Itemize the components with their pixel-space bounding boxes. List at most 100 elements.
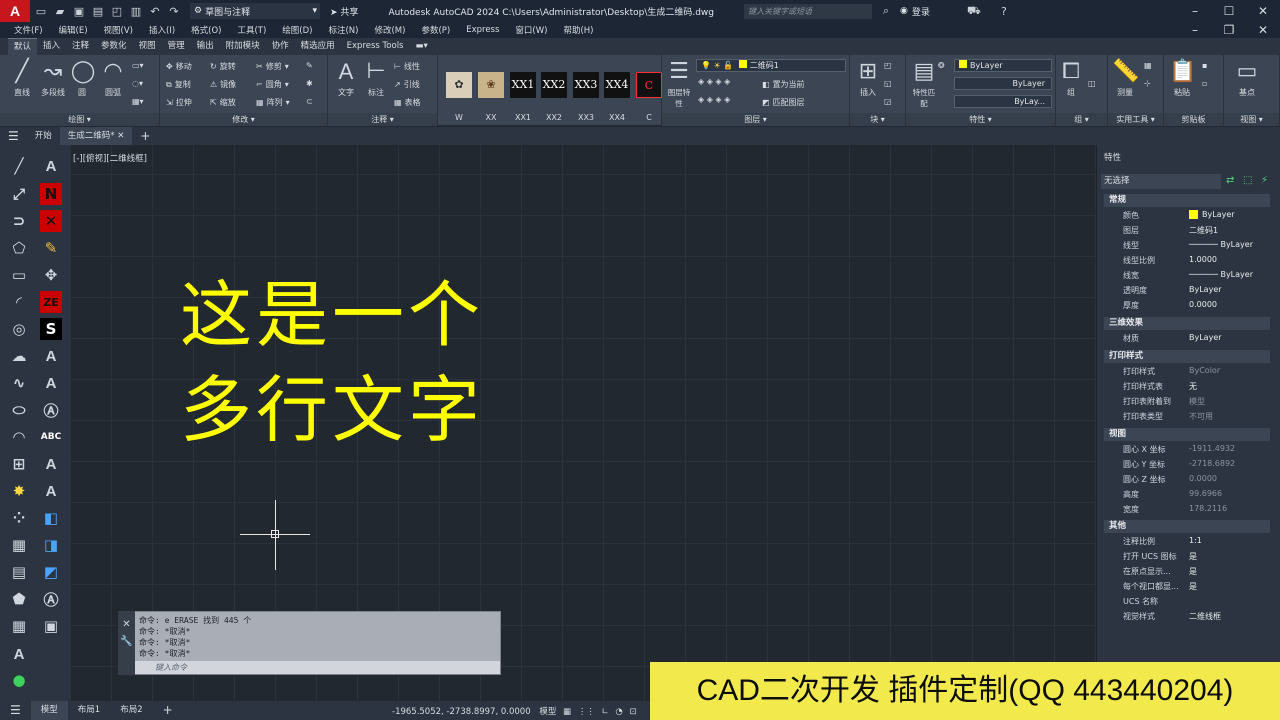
tab-view[interactable]: 视图 <box>133 38 162 55</box>
prop-value-linetype[interactable]: ────── ByLayer <box>1189 240 1253 249</box>
grid-icon[interactable]: ▦ <box>563 707 571 717</box>
stretch-button[interactable]: ⇲ 拉伸 <box>166 97 192 108</box>
properties-panel-label[interactable]: 特性 ▾ <box>906 113 1055 126</box>
menu-format[interactable]: 格式(O) <box>191 24 221 36</box>
close-button[interactable]: ✕ <box>1246 4 1280 18</box>
erase-icon[interactable]: ✎ <box>306 61 313 70</box>
block-thumb-xx1[interactable]: XX1 <box>510 72 536 98</box>
tab-output[interactable]: 输出 <box>191 38 220 55</box>
tab-addins[interactable]: 附加模块 <box>220 38 266 55</box>
prop-value-ltscale[interactable]: 1.0000 <box>1189 255 1217 264</box>
cut-icon[interactable]: ▪ <box>1202 61 1207 70</box>
help-icon[interactable]: ? <box>996 3 1012 19</box>
ray-tool-icon[interactable]: ⤢ <box>8 183 30 205</box>
cloud-tool-icon[interactable]: ☁ <box>8 345 30 367</box>
rectangle-icon[interactable]: ▭▾ <box>132 61 144 70</box>
layer-properties-button[interactable]: ☰ 图层特性 <box>666 59 692 109</box>
make-block-icon[interactable]: ✸ <box>8 480 30 502</box>
groups-panel-label[interactable]: 组 ▾ <box>1056 113 1107 126</box>
ortho-icon[interactable]: ∟ <box>601 707 608 717</box>
doc-restore-button[interactable]: ❐ <box>1212 23 1246 37</box>
add-selected-icon[interactable]: ● <box>8 669 30 691</box>
insert-block-tool-icon[interactable]: ⊞ <box>8 453 30 475</box>
redo-icon[interactable]: ↷ <box>166 3 182 19</box>
tab-model[interactable]: 模型 <box>30 701 68 720</box>
menu-view[interactable]: 视图(V) <box>104 24 133 36</box>
menu-file[interactable]: 文件(F) <box>14 24 43 36</box>
region-tool-icon[interactable]: ⬟ <box>8 588 30 610</box>
match-layer-button[interactable]: ◩ 匹配图层 <box>762 97 805 108</box>
table-tool-icon[interactable]: ▦ <box>8 615 30 637</box>
layout-menu-icon[interactable]: ☰ <box>0 701 31 720</box>
tab-drawing[interactable]: 生成二维码* ✕ <box>59 127 133 145</box>
arc-button[interactable]: ◠ 圆弧 <box>100 59 126 98</box>
cursor-coordinates[interactable]: -1965.5052, -2738.8997, 0.0000 模型 ▦ ⋮⋮ ∟… <box>392 705 637 717</box>
linear-button[interactable]: ⊢ 线性 <box>394 61 420 72</box>
text-tool-icon[interactable]: A <box>40 155 62 177</box>
color-dropdown[interactable]: ByLayer <box>954 59 1052 72</box>
linetype-dropdown[interactable]: ByLayer <box>954 77 1052 90</box>
tab-annotate[interactable]: 注释 <box>66 38 95 55</box>
tab-parametric[interactable]: 参数化 <box>95 38 133 55</box>
hatch-icon[interactable]: ◌▾ <box>132 79 143 88</box>
polyline-button[interactable]: ↝ 多段线 <box>38 59 68 98</box>
copy-clip-icon[interactable]: ▫ <box>1202 79 1207 88</box>
prop-value-annoscale[interactable]: 1:1 <box>1189 536 1202 545</box>
mtext-tool-icon[interactable]: A <box>40 345 62 367</box>
tab-default[interactable]: 默认 <box>8 38 38 55</box>
search-icon[interactable]: ⌕ <box>878 3 894 19</box>
wrench-icon[interactable]: 🔧 <box>118 636 135 647</box>
3d-cube-icon[interactable]: ◨ <box>40 534 62 556</box>
rectangle-tool-icon[interactable]: ▭ <box>8 264 30 286</box>
block-panel-label[interactable]: 块 ▾ <box>850 113 905 126</box>
layer-dropdown[interactable]: 💡 ☀ 🔓 二维码1 <box>696 59 846 72</box>
text-button[interactable]: A 文字 <box>332 59 360 98</box>
prop-value-plottable[interactable]: 无 <box>1189 381 1197 392</box>
minimize-button[interactable]: – <box>1178 4 1212 18</box>
dimension-button[interactable]: ⊢ 标注 <box>362 59 390 98</box>
cart-icon[interactable]: ⛟ <box>966 3 982 19</box>
polygon-tool-icon[interactable]: ⬠ <box>8 237 30 259</box>
layer-tool-icons-row2[interactable]: ◈ ◈ ◈ ◈ <box>698 95 730 104</box>
workspace-select[interactable]: ⚙ 草图与注释 ▾ <box>190 3 320 19</box>
file-menu-icon[interactable]: ☰ <box>0 127 27 145</box>
menu-draw[interactable]: 绘图(D) <box>282 24 312 36</box>
spell-check-icon[interactable]: ABC <box>40 426 62 448</box>
menu-parametric[interactable]: 参数(P) <box>421 24 450 36</box>
boxed-text-icon[interactable]: Ⓐ <box>40 588 62 610</box>
ribbon-toggle-icon[interactable]: ▬▾ <box>410 38 434 55</box>
tab-layout1[interactable]: 布局1 <box>68 701 110 720</box>
command-window-handle[interactable]: ✕ 🔧 <box>118 611 135 675</box>
rotate-button[interactable]: ↻ 旋转 <box>210 61 236 72</box>
section-misc[interactable]: 其他 <box>1104 520 1270 533</box>
match-properties-button[interactable]: ▤ 特性匹配 <box>910 59 938 109</box>
layers-panel-label[interactable]: 图层 ▾ <box>662 113 849 126</box>
circle-button[interactable]: ◯ 圆 <box>70 59 96 98</box>
quick-calc-icon[interactable]: ▦ <box>1144 61 1152 70</box>
mirror-button[interactable]: ⚠ 镜像 <box>210 79 236 90</box>
group-button[interactable]: ⧠ 组 <box>1058 59 1084 98</box>
selection-dropdown[interactable]: 无选择 <box>1101 174 1221 189</box>
block-thumb-c[interactable]: C <box>636 72 662 98</box>
tab-express-tools[interactable]: Express Tools <box>341 38 410 55</box>
tab-start[interactable]: 开始 <box>27 127 60 145</box>
tab-layout2[interactable]: 布局2 <box>110 701 152 720</box>
search-input[interactable]: 键入关键字或短语 <box>744 3 873 19</box>
ellipse-tool-icon[interactable]: ⬭ <box>8 399 30 421</box>
text-style-icon[interactable]: A <box>40 453 62 475</box>
id-point-icon[interactable]: ⊹ <box>1144 79 1151 88</box>
explode-icon[interactable]: ✱ <box>306 79 313 88</box>
prop-value-thickness[interactable]: 0.0000 <box>1189 300 1217 309</box>
section-plot-style[interactable]: 打印样式 <box>1104 350 1270 363</box>
hatch-tool-icon[interactable]: ▦ <box>8 534 30 556</box>
mtext-line-1[interactable]: 这是一个 <box>180 275 484 355</box>
osnap-icon[interactable]: ⊡ <box>629 707 636 717</box>
arc-tool-icon[interactable]: ◜ <box>8 291 30 313</box>
new-tab-icon[interactable]: + <box>132 127 158 145</box>
login-button[interactable]: ◉ 登录 <box>900 5 930 18</box>
undo-icon[interactable]: ↶ <box>147 3 163 19</box>
measure-button[interactable]: 📏 测量 <box>1110 59 1140 98</box>
prop-value-ucsicon[interactable]: 是 <box>1189 551 1197 562</box>
ellipse-arc-tool-icon[interactable]: ◠ <box>8 426 30 448</box>
3d-solid-icon[interactable]: ◩ <box>40 561 62 583</box>
